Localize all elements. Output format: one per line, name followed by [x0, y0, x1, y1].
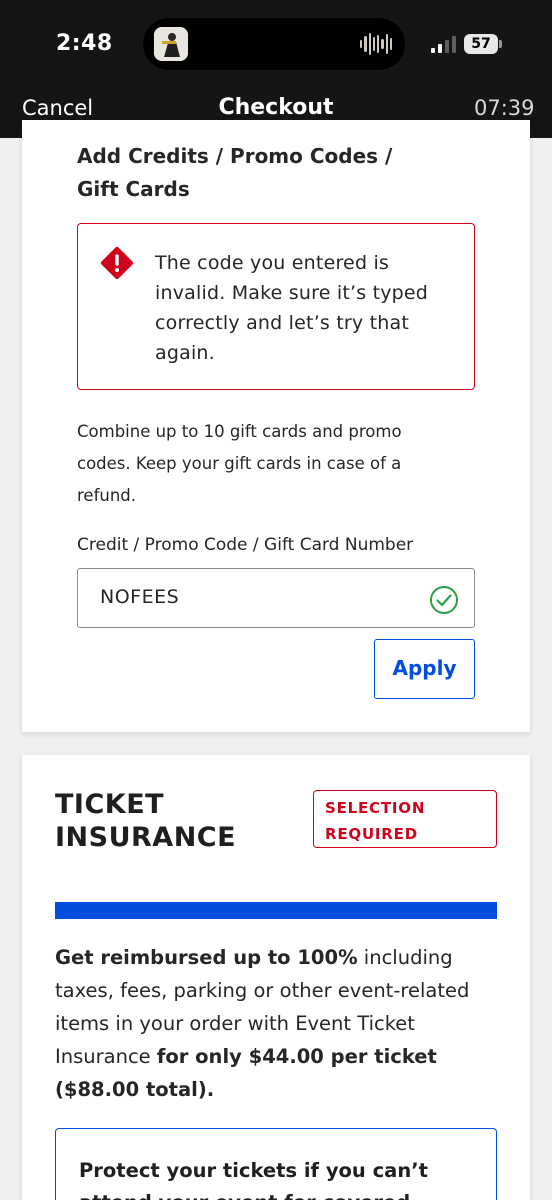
check-circle-icon [430, 586, 458, 614]
checkout-timer: 07:39 [474, 96, 535, 120]
insurance-description: Get reimbursed up to 100% including taxe… [55, 941, 495, 1106]
coverage-info-text: Protect your tickets if you can’t attend… [79, 1159, 428, 1200]
insurance-progress-bar [55, 902, 497, 919]
audio-wave-icon [360, 33, 392, 55]
ticket-insurance-card: TICKET INSURANCE SELECTION REQUIRED Get … [22, 755, 530, 1200]
promo-code-value: NOFEES [100, 586, 180, 608]
apply-button[interactable]: Apply [374, 639, 475, 699]
promo-section-title: Add Credits / Promo Codes / Gift Cards [77, 144, 393, 201]
battery-icon: 57 [464, 34, 498, 54]
coverage-info-box: Protect your tickets if you can’t attend… [55, 1128, 497, 1200]
insurance-desc-bold-1: Get reimbursed up to 100% [55, 946, 358, 969]
promo-code-input[interactable]: NOFEES [77, 568, 475, 628]
selection-required-badge: SELECTION REQUIRED [313, 790, 497, 848]
error-message: The code you entered is invalid. Make su… [155, 252, 429, 364]
error-alert: The code you entered is invalid. Make su… [77, 223, 475, 390]
cellular-signal-icon [431, 35, 457, 53]
top-bar: 2:48 57 Cancel Checkout 07:39 [0, 0, 552, 138]
insurance-progress-fill [55, 902, 497, 919]
warning-diamond-icon [100, 246, 134, 280]
insurance-title: TICKET INSURANCE [55, 789, 237, 853]
battery-tip [499, 40, 502, 48]
promo-code-card: Add Credits / Promo Codes / Gift Cards T… [22, 120, 530, 732]
status-time: 2:48 [56, 31, 113, 56]
page-title: Checkout [218, 95, 334, 120]
code-field-label: Credit / Promo Code / Gift Card Number [77, 535, 414, 555]
now-playing-artwork[interactable] [154, 27, 188, 61]
promo-description: Combine up to 10 gift cards and promo co… [77, 422, 402, 505]
